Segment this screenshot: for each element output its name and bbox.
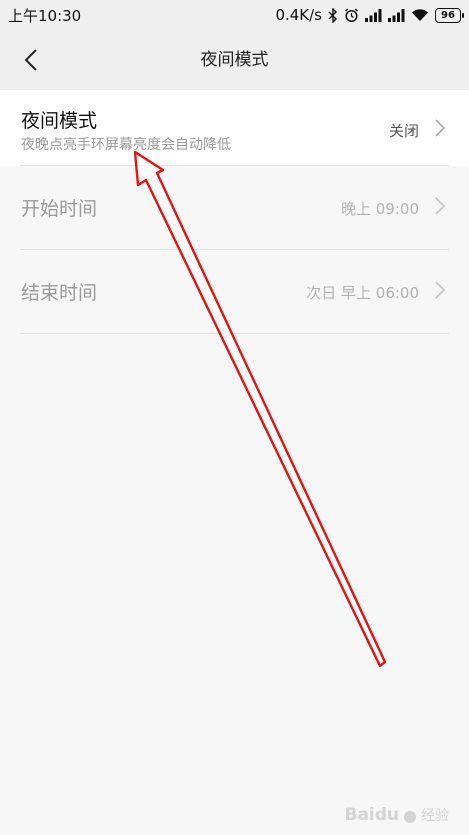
- battery-indicator: 96: [435, 7, 464, 23]
- page-title: 夜间模式: [200, 50, 269, 70]
- back-button[interactable]: [14, 44, 48, 76]
- setting-title: 结束时间: [21, 282, 98, 304]
- network-speed: 0.4K/s: [275, 6, 322, 24]
- chevron-right-icon: [433, 280, 447, 300]
- status-time: 上午10:30: [8, 6, 82, 25]
- chevron-right-icon: [433, 196, 447, 216]
- setting-value: 关闭: [388, 122, 419, 140]
- divider: [20, 333, 449, 334]
- watermark: Baidu ● 经验: [345, 805, 450, 825]
- status-icons: 0.4K/s 96: [275, 6, 464, 24]
- setting-title: 开始时间: [21, 198, 98, 220]
- end-time-row[interactable]: 结束时间 次日 早上 06:00: [0, 250, 469, 334]
- paw-icon: ●: [403, 805, 417, 825]
- setting-title: 夜间模式: [21, 110, 98, 132]
- signal-icon: [365, 8, 382, 22]
- setting-description: 夜晚点亮手环屏幕亮度会自动降低: [21, 137, 231, 153]
- status-bar: 上午10:30 0.4K/s 96: [0, 0, 469, 30]
- alarm-icon: [344, 7, 359, 23]
- setting-value: 次日 早上 06:00: [306, 284, 419, 302]
- wifi-icon: [411, 8, 429, 22]
- signal-icon: [388, 8, 405, 22]
- setting-value: 晚上 09:00: [341, 200, 419, 218]
- settings-list: 夜间模式 夜晚点亮手环屏幕亮度会自动降低 关闭 开始时间 晚上 09:00 结束…: [0, 90, 469, 334]
- bluetooth-icon: [328, 7, 338, 23]
- navigation-header: 夜间模式: [0, 30, 469, 90]
- chevron-left-icon: [24, 49, 37, 71]
- watermark-text: Baidu: [344, 805, 400, 825]
- start-time-row[interactable]: 开始时间 晚上 09:00: [0, 166, 469, 250]
- watermark-suffix: 经验: [421, 808, 449, 824]
- chevron-right-icon: [433, 118, 447, 138]
- night-mode-row[interactable]: 夜间模式 夜晚点亮手环屏幕亮度会自动降低 关闭: [0, 90, 469, 166]
